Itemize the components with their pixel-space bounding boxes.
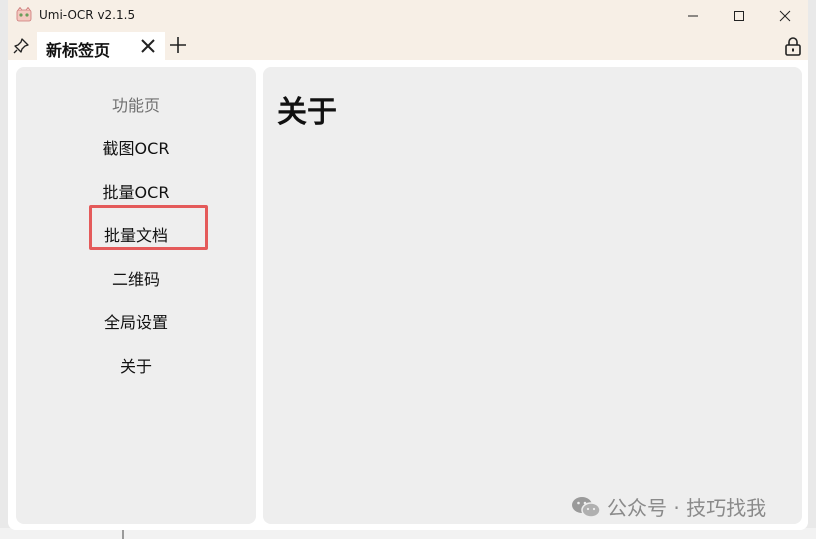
main-panel: 关于 公众号 · 技巧找我 xyxy=(263,67,802,524)
maximize-button[interactable] xyxy=(716,0,762,31)
sidebar-item-batch-ocr[interactable]: 批量OCR xyxy=(16,178,256,208)
sidebar-item-global-settings[interactable]: 全局设置 xyxy=(16,308,256,338)
sidebar-item-about[interactable]: 关于 xyxy=(16,352,256,382)
watermark-text: 公众号 · 技巧找我 xyxy=(607,496,767,520)
close-icon xyxy=(779,10,791,21)
wechat-icon xyxy=(572,496,601,518)
close-icon[interactable] xyxy=(141,39,155,53)
plus-icon[interactable] xyxy=(170,37,186,53)
title-bar[interactable]: Umi-OCR v2.1.5 xyxy=(8,0,808,31)
highlight-box xyxy=(89,205,208,250)
pin-icon[interactable] xyxy=(12,37,30,55)
tab-label: 新标签页 xyxy=(46,41,111,60)
content-area: 功能页 截图OCR 批量OCR 批量文档 二维码 全局设置 关于 关于 公众号 … xyxy=(8,60,808,530)
umi-ocr-app-icon xyxy=(16,7,32,22)
maximize-icon xyxy=(734,10,744,21)
watermark: 公众号 · 技巧找我 xyxy=(571,492,766,521)
page-title: 关于 xyxy=(277,95,337,130)
minimize-icon xyxy=(688,15,698,16)
window-title: Umi-OCR v2.1.5 xyxy=(39,8,136,22)
tab-bar: 新标签页 xyxy=(8,31,808,60)
app-window: Umi-OCR v2.1.5 新标签页 功能页 截图OCR 批量OCR 批量文档… xyxy=(8,0,808,530)
minimize-button[interactable] xyxy=(670,0,716,31)
lock-icon[interactable] xyxy=(784,36,802,56)
sidebar: 功能页 截图OCR 批量OCR 批量文档 二维码 全局设置 关于 xyxy=(16,67,256,524)
close-window-button[interactable] xyxy=(762,0,808,31)
sidebar-item-qrcode[interactable]: 二维码 xyxy=(16,265,256,295)
tab-new[interactable]: 新标签页 xyxy=(37,32,165,60)
sidebar-title: 功能页 xyxy=(111,96,160,115)
sidebar-item-screenshot-ocr[interactable]: 截图OCR xyxy=(16,134,256,164)
